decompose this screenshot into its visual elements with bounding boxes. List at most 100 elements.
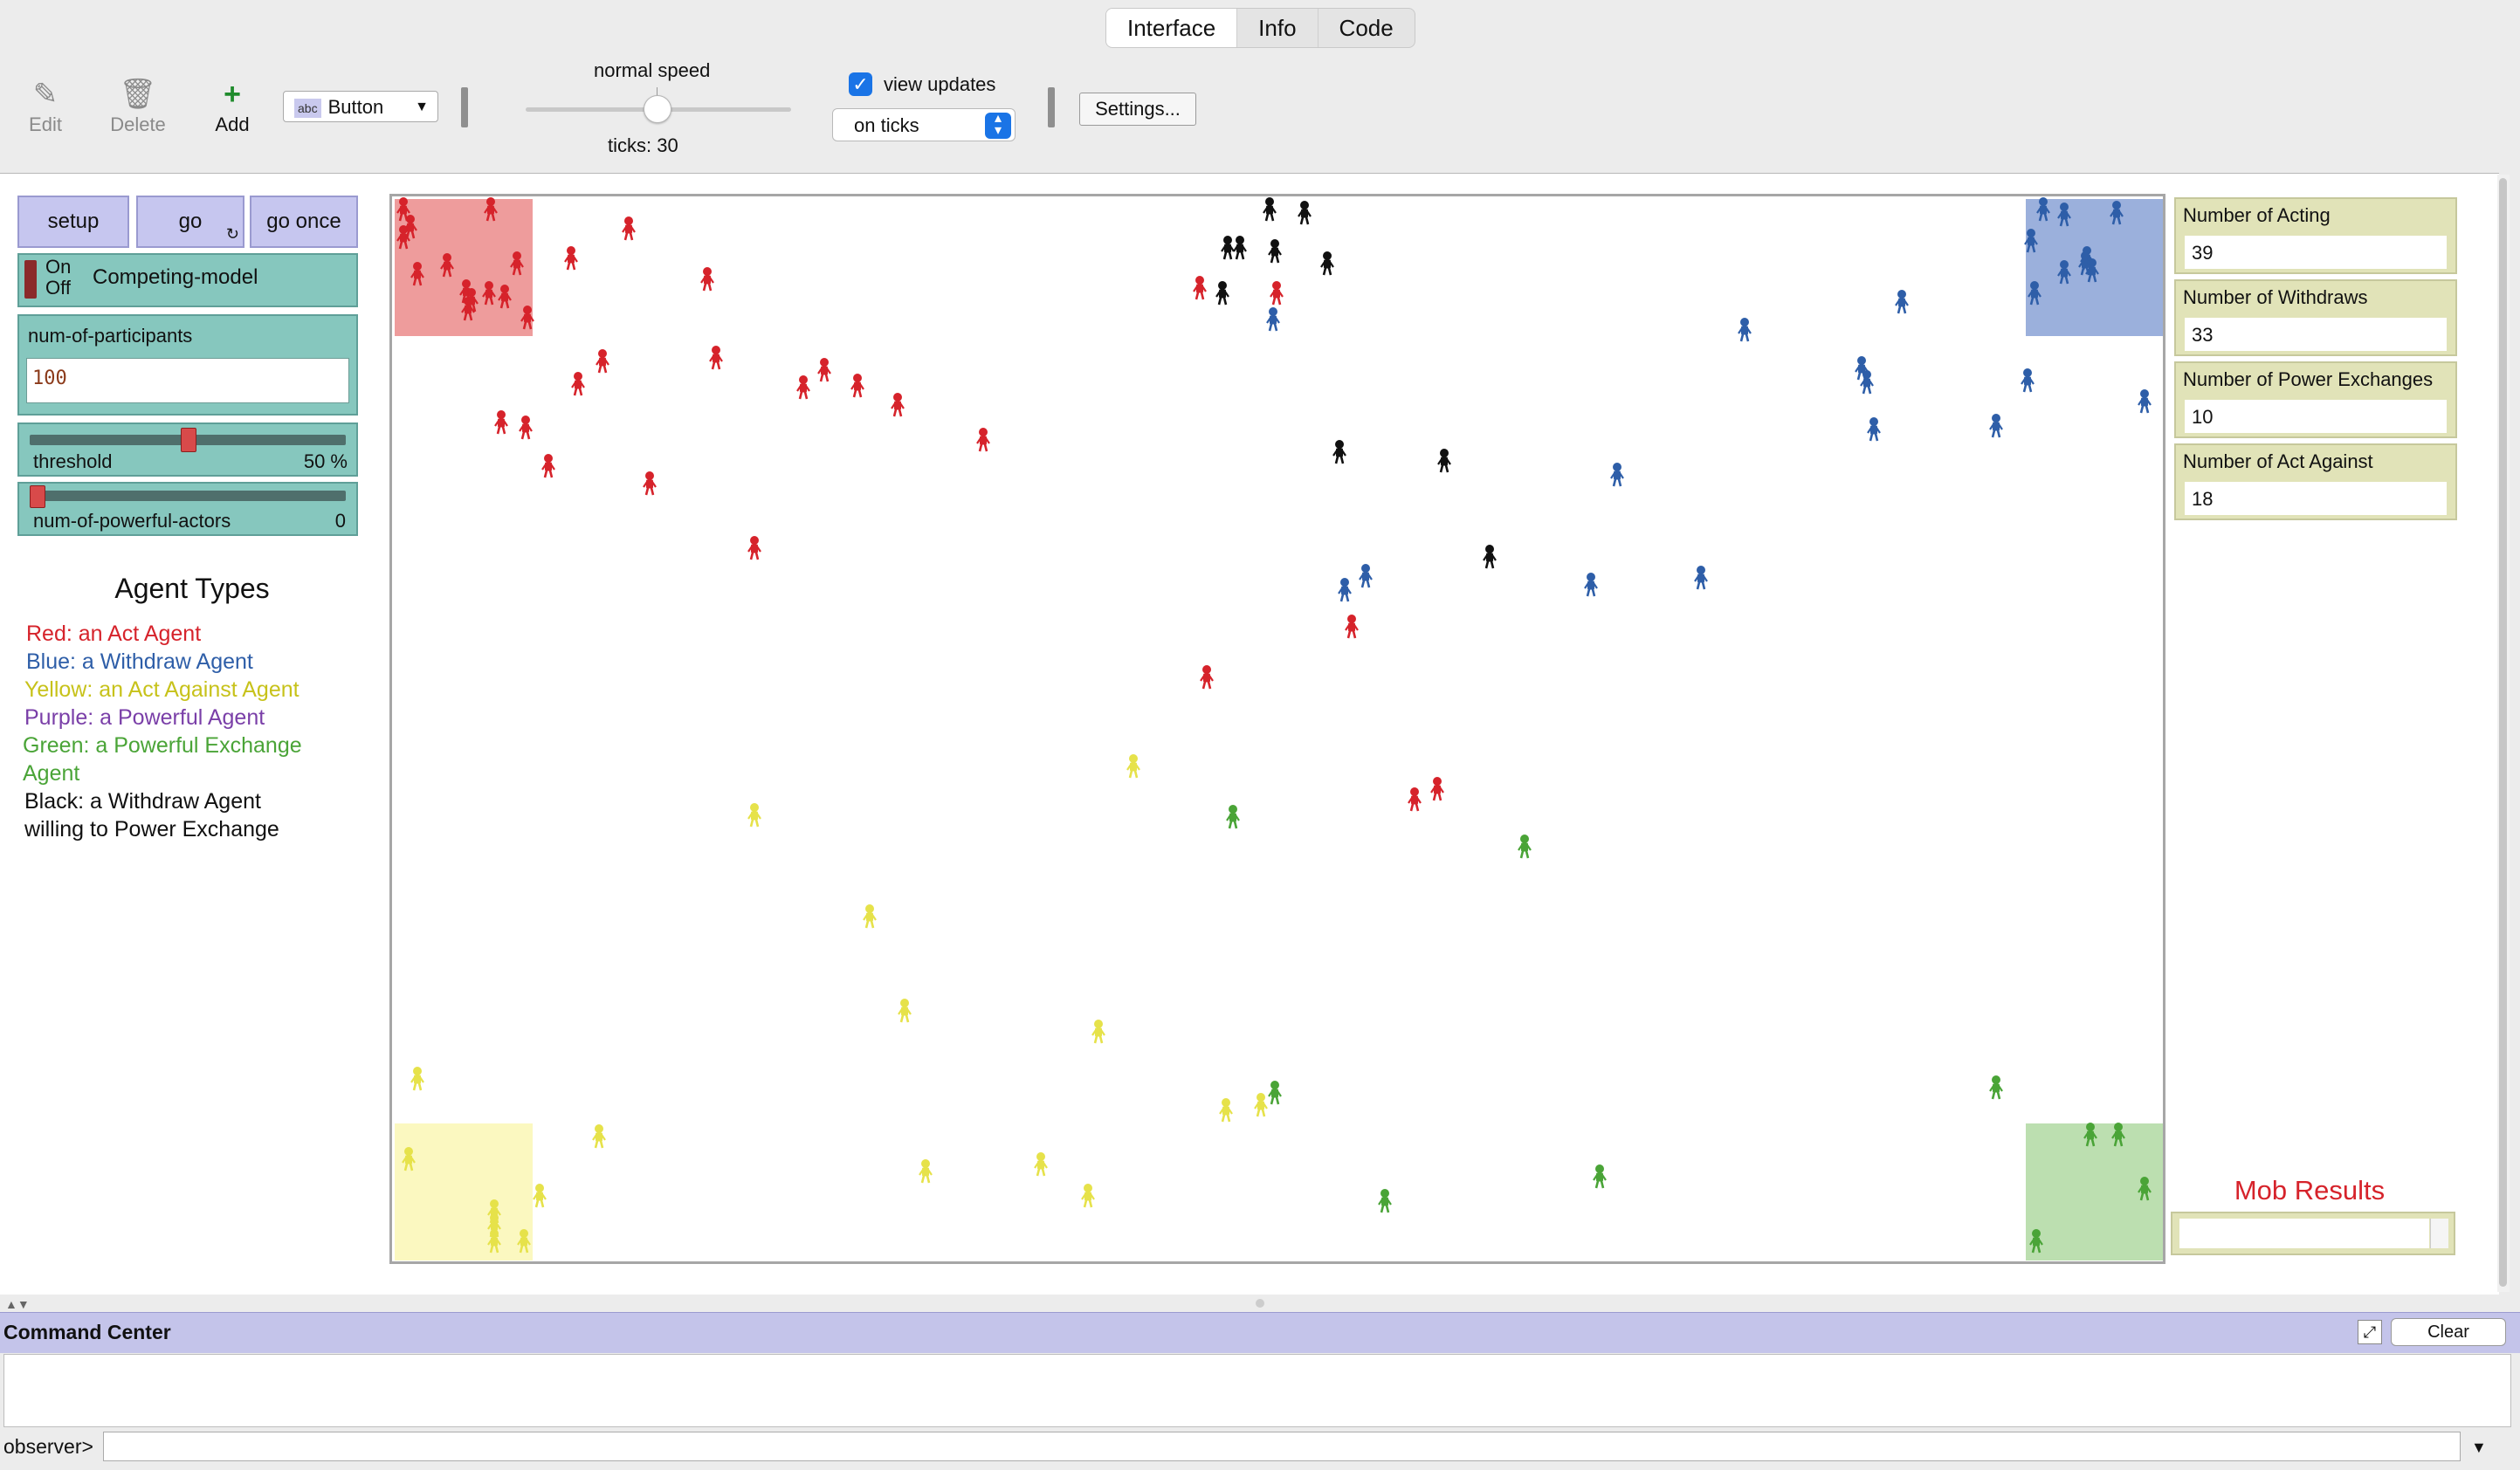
num-of-powerful-actors-slider[interactable]: num-of-powerful-actors 0: [17, 482, 358, 536]
withdraw-exchange-agent: [1221, 236, 1235, 260]
participants-label: num-of-participants: [28, 325, 193, 347]
clear-button[interactable]: Clear: [2391, 1318, 2506, 1346]
withdraw-exchange-agent: [1268, 239, 1282, 264]
monitor-power-exchanges-label: Number of Power Exchanges: [2183, 368, 2434, 390]
act-agent: [643, 471, 657, 496]
monitor-act-against-value: 18: [2185, 482, 2447, 515]
withdraw-agent: [1694, 566, 1708, 590]
checkmark-icon: ✓: [852, 73, 869, 95]
delete-button[interactable]: 🗑 Delete: [107, 75, 169, 136]
act-against-agent: [410, 1067, 424, 1091]
withdraw-exchange-agent: [1320, 251, 1334, 276]
powerful-track[interactable]: [30, 491, 346, 501]
yellow-patch: [395, 1123, 533, 1260]
withdraw-exchange-agent: [1298, 201, 1312, 225]
act-agent: [1200, 665, 1214, 690]
legend-green-cont: Agent: [23, 761, 80, 786]
withdraw-agent: [1338, 578, 1352, 602]
act-against-agent: [1034, 1152, 1048, 1177]
tab-code[interactable]: Code: [1319, 9, 1415, 47]
monitor-act-against: Number of Act Against 18: [2174, 443, 2457, 520]
interface-scrollbar-thumb[interactable]: [2499, 178, 2507, 1287]
act-agent: [850, 374, 864, 398]
edit-button[interactable]: ✎ Edit: [21, 75, 70, 136]
world-view[interactable]: [389, 194, 2165, 1264]
speed-slider-knob[interactable]: [644, 95, 671, 123]
speed-label: normal speed: [594, 59, 711, 81]
add-button[interactable]: + Add: [208, 75, 257, 136]
ticks-counter: ticks: 30: [608, 134, 678, 156]
act-agent: [817, 358, 831, 382]
splitter-arrows-icon[interactable]: ▲▼: [5, 1297, 30, 1311]
act-agent: [1270, 281, 1284, 306]
widget-type-select[interactable]: abc Button ▼: [283, 91, 438, 122]
mob-results-scrollbar[interactable]: [2430, 1219, 2448, 1248]
tab-interface[interactable]: Interface: [1106, 9, 1238, 47]
update-mode-select[interactable]: on ticks ▴ ▾: [832, 108, 1016, 141]
tab-bar: Interface Info Code: [1105, 8, 1415, 48]
withdraw-exchange-agent: [1437, 449, 1451, 473]
chevron-down-icon: ▼: [415, 100, 429, 114]
splitter-handle[interactable]: [1256, 1299, 1264, 1308]
setup-button[interactable]: setup: [17, 196, 129, 248]
act-agent: [1345, 615, 1359, 639]
command-input[interactable]: [103, 1432, 2461, 1461]
mob-results-output: [2171, 1212, 2455, 1255]
monitor-withdraws-value: 33: [2185, 318, 2447, 351]
act-against-agent: [863, 904, 877, 929]
withdraw-agent: [1610, 463, 1624, 487]
participants-input[interactable]: 100: [26, 358, 349, 403]
withdraw-agent: [1989, 414, 2003, 438]
expand-icon[interactable]: ⤢: [2358, 1320, 2382, 1344]
updown-arrows-icon: ▴ ▾: [985, 112, 1011, 139]
act-against-agent: [1126, 754, 1140, 779]
threshold-knob[interactable]: [181, 428, 196, 452]
delete-label: Delete: [110, 113, 166, 135]
threshold-label: threshold: [33, 450, 113, 472]
plus-icon: +: [224, 78, 241, 111]
switch-on-label: On: [45, 256, 72, 278]
act-against-agent: [592, 1124, 606, 1149]
withdraw-exchange-agent: [1483, 545, 1497, 569]
act-agent: [709, 346, 723, 370]
withdraw-agent: [1738, 318, 1752, 342]
trash-icon: 🗑: [119, 78, 157, 111]
mob-results-label: Mob Results: [2234, 1175, 2386, 1206]
forever-icon: ↻: [225, 225, 239, 243]
competing-model-switch[interactable]: On Off Competing-model: [17, 253, 358, 307]
act-against-agent: [1219, 1098, 1233, 1123]
switch-toggle[interactable]: [24, 260, 37, 299]
withdraw-exchange-agent: [1215, 281, 1229, 306]
withdraw-agent: [1584, 573, 1598, 597]
toolbar-separator: [461, 87, 468, 127]
settings-button[interactable]: Settings...: [1079, 93, 1196, 126]
interface-scrollbar[interactable]: [2497, 175, 2510, 1292]
threshold-slider[interactable]: threshold 50 %: [17, 422, 358, 477]
tab-info[interactable]: Info: [1237, 9, 1319, 47]
act-against-agent: [1091, 1020, 1105, 1044]
monitor-power-exchanges: Number of Power Exchanges 10: [2174, 361, 2457, 438]
monitor-power-exchanges-value: 10: [2185, 400, 2447, 433]
num-of-participants-inputbox: num-of-participants 100: [17, 314, 358, 416]
go-label: go: [178, 210, 203, 233]
act-against-agent: [919, 1159, 933, 1184]
act-agent: [1193, 276, 1207, 300]
legend-red: Red: an Act Agent: [26, 622, 202, 646]
history-dropdown-icon[interactable]: ▼: [2471, 1439, 2487, 1457]
view-updates-checkbox[interactable]: ✓: [849, 72, 872, 96]
act-agent: [596, 349, 609, 374]
act-agent: [1430, 777, 1444, 801]
world-canvas[interactable]: [392, 196, 2163, 1261]
act-agent: [1408, 787, 1422, 812]
go-once-button[interactable]: go once: [250, 196, 358, 248]
withdraw-agent: [1895, 290, 1909, 314]
legend-purple: Purple: a Powerful Agent: [24, 705, 265, 730]
observer-prompt: observer>: [3, 1435, 93, 1458]
powerful-knob[interactable]: [30, 485, 45, 508]
act-against-agent: [898, 999, 912, 1023]
go-button[interactable]: go ↻: [136, 196, 244, 248]
switch-label: Competing-model: [93, 265, 258, 289]
act-agent: [519, 416, 533, 440]
mob-results-value: [2179, 1219, 2429, 1248]
toolbar-separator: [1048, 87, 1055, 127]
